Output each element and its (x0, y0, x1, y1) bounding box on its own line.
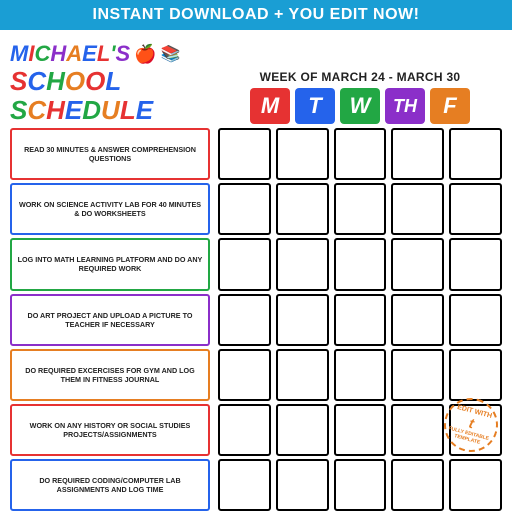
checkbox-row-1 (218, 183, 502, 235)
checkbox-row-3 (218, 294, 502, 346)
apple-icon: 🍎 (134, 44, 156, 65)
checkbox-3-0[interactable] (218, 294, 271, 346)
checkbox-1-0[interactable] (218, 183, 271, 235)
checkbox-5-1[interactable] (276, 404, 329, 456)
left-header: MICHAEL'S 🍎 📚 SCHOOL SCHEDULE (10, 41, 210, 124)
checkbox-5-3[interactable] (391, 404, 444, 456)
checkbox-6-1[interactable] (276, 459, 329, 511)
checkbox-6-2[interactable] (334, 459, 387, 511)
checkbox-4-4[interactable] (449, 349, 502, 401)
checkbox-2-0[interactable] (218, 238, 271, 290)
checkbox-6-0[interactable] (218, 459, 271, 511)
checkbox-0-3[interactable] (391, 128, 444, 180)
checkbox-4-0[interactable] (218, 349, 271, 401)
banner-text: INSTANT DOWNLOAD + YOU EDIT NOW! (93, 6, 420, 23)
task-item-1: WORK ON SCIENCE ACTIVITY LAB FOR 40 MINU… (10, 183, 210, 235)
checkbox-row-0 (218, 128, 502, 180)
checkbox-4-3[interactable] (391, 349, 444, 401)
top-banner: INSTANT DOWNLOAD + YOU EDIT NOW! (0, 0, 512, 33)
checks-grid (218, 128, 502, 511)
checkbox-row-6 (218, 459, 502, 511)
books-icon: 📚 (161, 44, 181, 64)
checkbox-5-0[interactable] (218, 404, 271, 456)
task-item-4: DO REQUIRED EXCERCISES FOR GYM AND LOG T… (10, 349, 210, 401)
checkbox-1-2[interactable] (334, 183, 387, 235)
day-wednesday: W (340, 88, 380, 124)
task-item-2: LOG INTO MATH LEARNING PLATFORM AND DO A… (10, 238, 210, 290)
checkbox-0-0[interactable] (218, 128, 271, 180)
task-item-6: DO REQUIRED CODING/COMPUTER LAB ASSIGNME… (10, 459, 210, 511)
checkbox-0-2[interactable] (334, 128, 387, 180)
task-item-3: DO ART PROJECT AND UPLOAD A PICTURE TO T… (10, 294, 210, 346)
tasks-list: READ 30 MINUTES & ANSWER COMPREHENSION Q… (10, 128, 210, 511)
day-friday: F (430, 88, 470, 124)
checkbox-row-4 (218, 349, 502, 401)
checkbox-3-2[interactable] (334, 294, 387, 346)
day-thursday: TH (385, 88, 425, 124)
checkbox-0-1[interactable] (276, 128, 329, 180)
checkbox-4-2[interactable] (334, 349, 387, 401)
checkbox-4-1[interactable] (276, 349, 329, 401)
right-header: WEEK OF MARCH 24 - MARCH 30 M T W TH F (218, 70, 502, 124)
checkbox-3-1[interactable] (276, 294, 329, 346)
checkbox-0-4[interactable] (449, 128, 502, 180)
task-item-0: READ 30 MINUTES & ANSWER COMPREHENSION Q… (10, 128, 210, 180)
checkbox-6-3[interactable] (391, 459, 444, 511)
day-labels: M T W TH F (250, 88, 470, 124)
day-tuesday: T (295, 88, 335, 124)
checkbox-3-3[interactable] (391, 294, 444, 346)
checkbox-3-4[interactable] (449, 294, 502, 346)
checkbox-row-2 (218, 238, 502, 290)
student-name: MICHAEL'S (10, 41, 130, 67)
schedule-title: SCHOOL SCHEDULE (10, 67, 210, 124)
checkbox-2-3[interactable] (391, 238, 444, 290)
day-monday: M (250, 88, 290, 124)
checkbox-6-4[interactable] (449, 459, 502, 511)
checkbox-2-2[interactable] (334, 238, 387, 290)
checkbox-5-2[interactable] (334, 404, 387, 456)
name-row: MICHAEL'S 🍎 📚 (10, 41, 210, 67)
checkbox-1-4[interactable] (449, 183, 502, 235)
checkbox-1-1[interactable] (276, 183, 329, 235)
week-label: WEEK OF MARCH 24 - MARCH 30 (260, 70, 461, 84)
checkbox-1-3[interactable] (391, 183, 444, 235)
checkbox-2-1[interactable] (276, 238, 329, 290)
task-item-5: WORK ON ANY HISTORY OR SOCIAL STUDIES PR… (10, 404, 210, 456)
checkbox-2-4[interactable] (449, 238, 502, 290)
